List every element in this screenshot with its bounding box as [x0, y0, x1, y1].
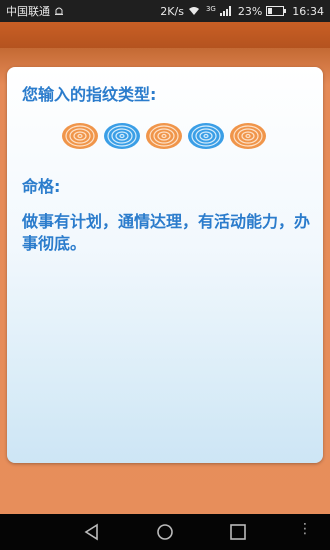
fingerprint-orange-icon: [62, 123, 98, 149]
fingerprint-orange-icon: [146, 123, 182, 149]
fingerprint-orange-icon: [230, 123, 266, 149]
network-type: 3G: [205, 4, 216, 13]
fingerprint-row: [61, 119, 271, 153]
more-options-icon[interactable]: ⋮: [298, 521, 318, 541]
battery-icon: [266, 6, 287, 16]
card-title: 您输入的指纹类型:: [22, 85, 157, 104]
wifi-icon: [188, 7, 199, 15]
signal-icon: [219, 6, 231, 16]
notification-icon: [55, 7, 63, 15]
result-card: 您输入的指纹类型: 命格: 做事有计划，通情达理，有活动能力，办事彻底。: [7, 67, 323, 463]
recent-apps-icon[interactable]: [228, 522, 248, 542]
home-icon[interactable]: [155, 522, 175, 542]
fate-label: 命格:: [22, 177, 61, 196]
app-bar: [0, 22, 330, 48]
system-nav-bar: ⋮: [0, 514, 330, 550]
back-icon[interactable]: [82, 522, 102, 542]
battery-percent: 23%: [237, 4, 263, 18]
fingerprint-blue-icon: [188, 123, 224, 149]
fate-description: 做事有计划，通情达理，有活动能力，办事彻底。: [22, 212, 311, 253]
status-bar: 中国联通 2K/s 3G 23% 16:34: [0, 0, 330, 22]
network-speed: 2K/s: [160, 4, 184, 18]
clock: 16:34: [292, 4, 324, 18]
carrier-name: 中国联通: [6, 5, 50, 18]
fingerprint-blue-icon: [104, 123, 140, 149]
